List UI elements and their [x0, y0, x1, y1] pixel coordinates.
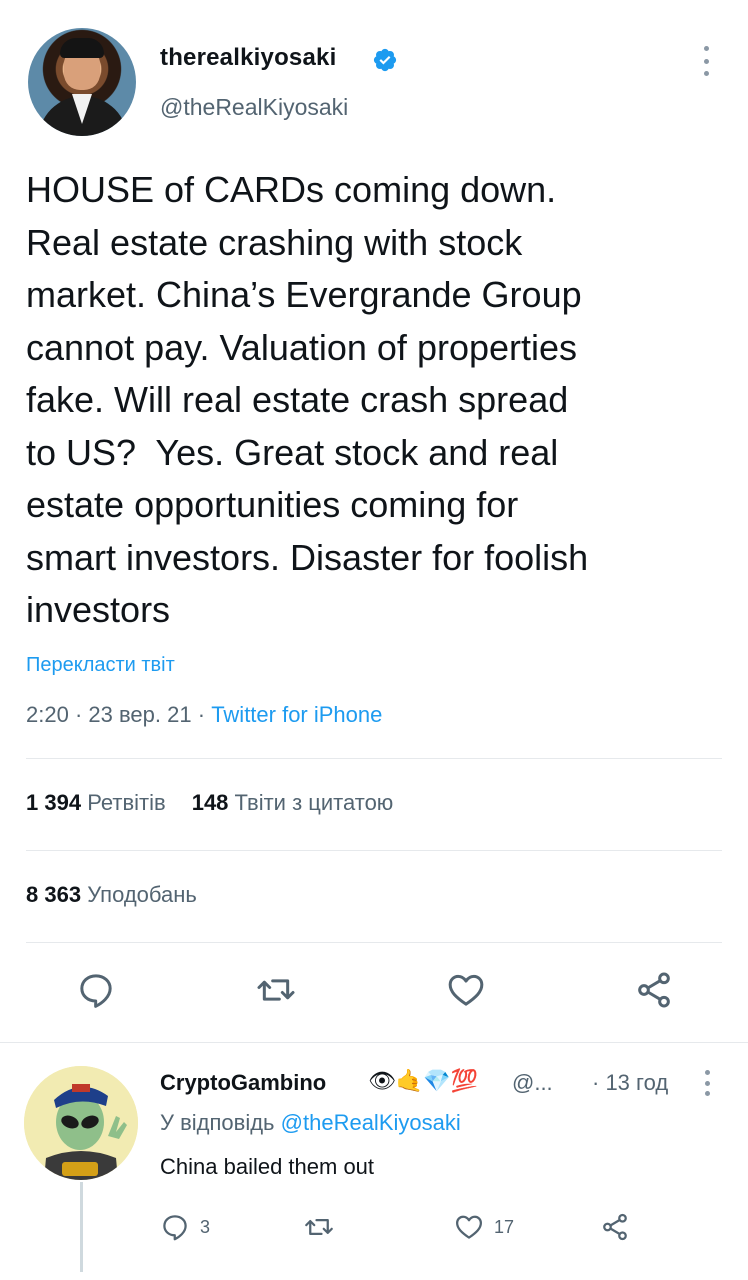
tweet-text: HOUSE of CARDs coming down. Real estate … — [26, 169, 589, 630]
reply-count: 3 — [200, 1216, 211, 1237]
quotes-count: 148 — [191, 790, 229, 815]
likes-stat[interactable]: 8 363 Уподобань — [26, 882, 197, 908]
tweet-actions-bar — [0, 960, 748, 1020]
alien-avatar-icon — [24, 1066, 138, 1180]
author-avatar[interactable] — [28, 28, 136, 136]
replying-to-prefix: У відповідь — [160, 1110, 275, 1135]
tweet-time: 2:20 — [26, 702, 69, 727]
share-icon — [603, 1213, 627, 1241]
author-name[interactable]: therealkiyosaki — [160, 44, 336, 72]
reply-more-options-icon[interactable] — [700, 1070, 714, 1096]
section-separator — [0, 1042, 748, 1043]
quotes-label: Твіти з цитатою — [234, 790, 394, 815]
share-icon[interactable] — [634, 970, 674, 1010]
retweets-count: 1 394 — [26, 790, 82, 815]
retweets-stat[interactable]: 1 394 Ретвітів — [26, 790, 166, 815]
reply-reply-button[interactable]: 3 — [160, 1210, 210, 1244]
replying-to: У відповідь @theRealKiyosaki — [160, 1110, 461, 1136]
reply-time[interactable]: · 13 год — [592, 1070, 668, 1096]
reply-share-button[interactable] — [600, 1210, 640, 1244]
divider — [26, 850, 722, 851]
divider — [26, 758, 722, 759]
likes-label: Уподобань — [87, 882, 197, 907]
retweet-icon[interactable] — [256, 970, 296, 1010]
like-count: 17 — [494, 1216, 515, 1237]
replying-to-mention[interactable]: @theRealKiyosaki — [281, 1110, 461, 1135]
dot — [703, 58, 709, 64]
tweet-source-link[interactable]: Twitter for iPhone — [211, 702, 382, 727]
dot — [704, 1091, 710, 1096]
avatar-hair — [60, 38, 104, 58]
meta-separator: · — [74, 702, 83, 727]
reply-like-button[interactable]: 17 — [454, 1210, 514, 1244]
dot — [703, 71, 709, 76]
tweet-meta: 2:20 · 23 вер. 21 · Twitter for iPhone — [26, 702, 382, 728]
dot — [704, 1070, 710, 1075]
thread-connector-line — [80, 1182, 83, 1272]
reply-text: China bailed them out — [160, 1154, 375, 1179]
reply-icon[interactable] — [76, 970, 116, 1010]
dot — [703, 46, 709, 51]
retweet-icon — [305, 1219, 333, 1235]
more-options-icon[interactable] — [694, 46, 718, 76]
retweet-quote-stats: 1 394 Ретвітів 148 Твіти з цитатою — [26, 790, 393, 816]
meta-separator: · — [197, 702, 206, 727]
tweet-date: 23 вер. 21 — [88, 702, 192, 727]
author-handle[interactable]: @theRealKiyosaki — [160, 94, 348, 121]
like-icon[interactable] — [446, 970, 486, 1010]
reply-author-handle[interactable]: @... — [512, 1070, 553, 1096]
reply-icon — [163, 1215, 187, 1241]
retweets-label: Ретвітів — [87, 790, 166, 815]
quotes-stat[interactable]: 148 Твіти з цитатою — [192, 790, 394, 815]
reply-retweet-button[interactable] — [304, 1210, 344, 1244]
divider — [26, 942, 722, 943]
reply-author-name[interactable]: CryptoGambino — [160, 1070, 326, 1096]
like-icon — [456, 1215, 482, 1239]
likes-count: 8 363 — [26, 882, 82, 907]
reply-author-emojis: 👁🤙💎💯 — [368, 1068, 479, 1093]
translate-tweet-link[interactable]: Перекласти твіт — [26, 654, 175, 677]
dot — [704, 1080, 710, 1086]
reply-author-avatar[interactable] — [24, 1066, 138, 1180]
verified-badge-icon — [373, 48, 397, 72]
